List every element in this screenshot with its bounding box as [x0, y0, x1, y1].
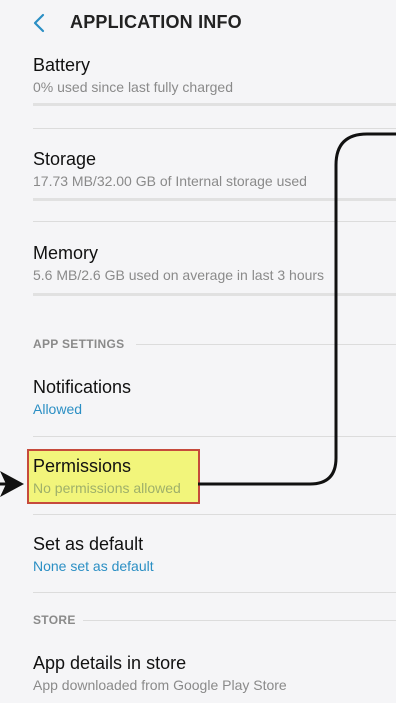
- memory-item[interactable]: Memory 5.6 MB/2.6 GB used on average in …: [33, 242, 396, 284]
- notifications-subtitle: Allowed: [33, 401, 83, 417]
- section-divider: [136, 344, 396, 345]
- battery-title: Battery: [33, 55, 91, 75]
- section-label-app-settings: APP SETTINGS: [33, 337, 125, 351]
- set-default-item[interactable]: Set as default None set as default: [33, 533, 396, 575]
- battery-item[interactable]: Battery 0% used since last fully charged: [33, 54, 396, 96]
- back-button[interactable]: [26, 10, 52, 36]
- page-title: APPLICATION INFO: [70, 12, 242, 32]
- storage-subtitle: 17.73 MB/32.00 GB of Internal storage us…: [33, 173, 307, 189]
- permissions-title: Permissions: [33, 456, 132, 476]
- set-default-subtitle: None set as default: [33, 558, 154, 574]
- divider: [33, 293, 396, 296]
- divider: [33, 221, 396, 222]
- set-default-title: Set as default: [33, 534, 144, 554]
- app-details-subtitle: App downloaded from Google Play Store: [33, 677, 287, 693]
- application-info-screen: APPLICATION INFO Battery 0% used since l…: [0, 0, 396, 703]
- permissions-item[interactable]: Permissions No permissions allowed: [33, 455, 396, 497]
- section-divider: [83, 620, 396, 621]
- app-details-title: App details in store: [33, 653, 187, 673]
- divider: [33, 436, 396, 437]
- header-bar: APPLICATION INFO: [0, 0, 396, 50]
- storage-title: Storage: [33, 149, 97, 169]
- app-details-item[interactable]: App details in store App downloaded from…: [33, 652, 396, 694]
- memory-title: Memory: [33, 243, 99, 263]
- divider: [33, 514, 396, 515]
- divider: [33, 198, 396, 201]
- divider: [33, 128, 396, 129]
- storage-item[interactable]: Storage 17.73 MB/32.00 GB of Internal st…: [33, 148, 396, 190]
- battery-subtitle: 0% used since last fully charged: [33, 79, 233, 95]
- memory-subtitle: 5.6 MB/2.6 GB used on average in last 3 …: [33, 267, 325, 283]
- notifications-title: Notifications: [33, 377, 132, 397]
- notifications-item[interactable]: Notifications Allowed: [33, 376, 396, 418]
- divider: [33, 103, 396, 106]
- permissions-subtitle: No permissions allowed: [33, 480, 181, 496]
- annotation-arrow-icon: [0, 471, 24, 497]
- chevron-left-icon: [33, 13, 45, 33]
- divider: [33, 592, 396, 593]
- section-label-store: STORE: [33, 613, 76, 627]
